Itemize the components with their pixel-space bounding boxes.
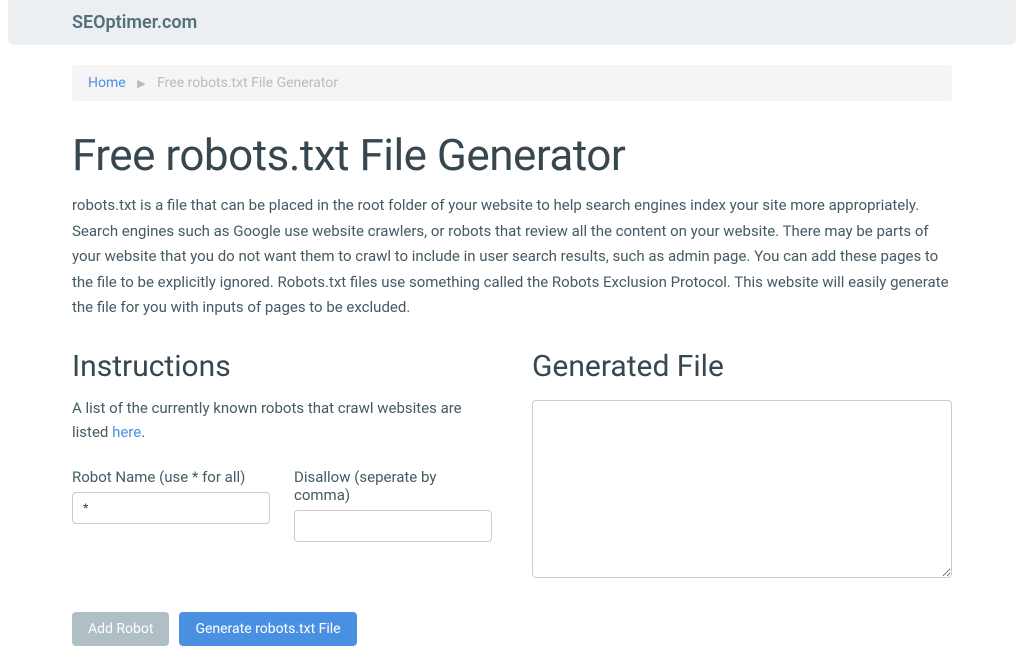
breadcrumb-home-link[interactable]: Home: [88, 75, 126, 91]
instructions-suffix: .: [141, 423, 145, 441]
robot-name-input[interactable]: [72, 492, 270, 524]
robot-name-group: Robot Name (use * for all): [72, 468, 270, 542]
generated-output[interactable]: [532, 400, 952, 578]
disallow-label: Disallow (seperate by comma): [294, 468, 492, 504]
top-bar: SEOptimer.com: [8, 0, 1016, 45]
generated-title: Generated File: [532, 349, 952, 384]
intro-paragraph: robots.txt is a file that can be placed …: [72, 193, 952, 321]
page-title: Free robots.txt File Generator: [72, 129, 952, 181]
brand-logo[interactable]: SEOptimer.com: [72, 12, 197, 33]
disallow-input[interactable]: [294, 510, 492, 542]
add-robot-button[interactable]: Add Robot: [72, 612, 169, 646]
chevron-right-icon: ▶: [137, 77, 145, 90]
robots-list-link[interactable]: here: [112, 423, 141, 441]
instructions-column: Instructions A list of the currently kno…: [72, 349, 492, 646]
robot-name-label: Robot Name (use * for all): [72, 468, 270, 486]
generated-column: Generated File: [532, 349, 952, 646]
disallow-group: Disallow (seperate by comma): [294, 468, 492, 542]
generate-button[interactable]: Generate robots.txt File: [179, 612, 356, 646]
instructions-title: Instructions: [72, 349, 492, 384]
breadcrumb: Home ▶ Free robots.txt File Generator: [72, 65, 952, 101]
breadcrumb-current: Free robots.txt File Generator: [157, 75, 338, 91]
instructions-text: A list of the currently known robots tha…: [72, 396, 492, 444]
